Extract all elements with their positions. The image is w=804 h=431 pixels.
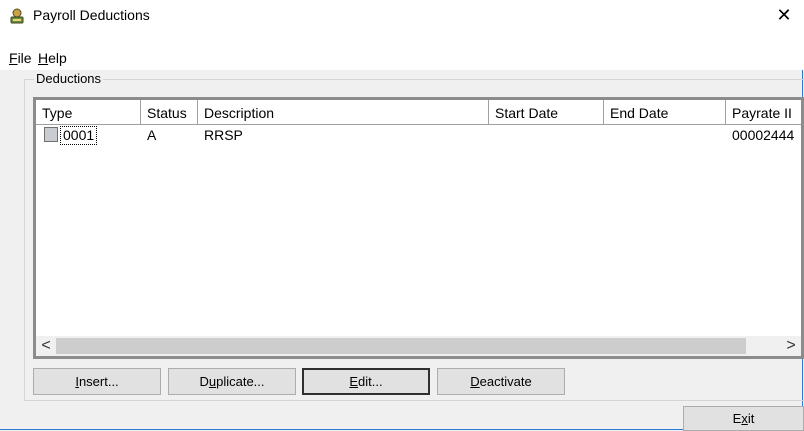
duplicate-button[interactable]: Du plicate... bbox=[168, 368, 296, 395]
scrollbar-thumb[interactable] bbox=[56, 338, 746, 354]
insert-button[interactable]: Insert... bbox=[33, 368, 161, 395]
column-header-description[interactable]: Description bbox=[198, 100, 489, 124]
edit-button[interactable]: Edit... bbox=[302, 368, 430, 395]
cell-status[interactable]: A bbox=[147, 125, 156, 145]
close-icon: ✕ bbox=[776, 4, 792, 25]
scroll-right-arrow-icon[interactable]: > bbox=[781, 336, 801, 356]
deductions-group-label: Deductions bbox=[34, 71, 104, 86]
exit-button[interactable]: Ex it bbox=[683, 406, 804, 431]
payroll-app-icon bbox=[10, 8, 24, 24]
deactivate-button[interactable]: Deactivate bbox=[437, 368, 565, 395]
record-icon bbox=[44, 127, 58, 142]
menu-help[interactable]: Help bbox=[38, 50, 67, 66]
column-header-start-date[interactable]: Start Date bbox=[489, 100, 604, 124]
column-header-status[interactable]: Status bbox=[141, 100, 198, 124]
menu-bar: File Help bbox=[0, 30, 804, 70]
deductions-grid[interactable]: Type Status Description Start Date End D… bbox=[33, 97, 804, 359]
table-row[interactable]: 0001 A RRSP 00002444 bbox=[36, 125, 801, 145]
window-title: Payroll Deductions bbox=[33, 7, 150, 23]
horizontal-scrollbar[interactable]: < > bbox=[36, 336, 801, 356]
cell-type[interactable]: 0001 bbox=[60, 126, 98, 145]
column-header-payrate[interactable]: Payrate II bbox=[726, 100, 801, 124]
column-header-end-date[interactable]: End Date bbox=[604, 100, 726, 124]
grid-header: Type Status Description Start Date End D… bbox=[36, 100, 801, 125]
close-button[interactable]: ✕ bbox=[764, 0, 804, 30]
column-header-type[interactable]: Type bbox=[36, 100, 141, 124]
cell-payrate[interactable]: 00002444 bbox=[732, 125, 794, 145]
scroll-left-arrow-icon[interactable]: < bbox=[36, 336, 56, 356]
menu-file[interactable]: File bbox=[9, 50, 32, 66]
title-bar: Payroll Deductions ✕ bbox=[0, 0, 804, 30]
cell-description[interactable]: RRSP bbox=[204, 125, 243, 145]
